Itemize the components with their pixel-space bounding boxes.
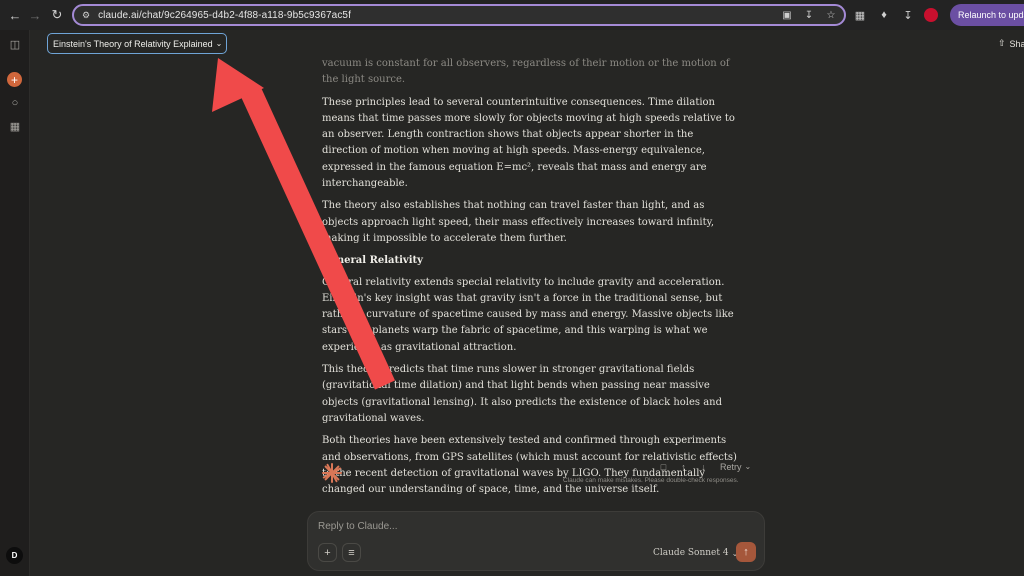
extension-icon[interactable]: ▦ — [852, 7, 868, 23]
send-button[interactable]: ↑ — [736, 542, 756, 562]
browser-toolbar: ← → ↻ ⚙ claude.ai/chat/9c264965-d4b2-4f8… — [0, 0, 1024, 30]
composer[interactable]: Reply to Claude... + ≡ Claude Sonnet 4 ⌄… — [307, 511, 765, 571]
share-button[interactable]: ⇧ Share — [998, 38, 1024, 49]
copy-icon[interactable]: □ — [658, 461, 669, 472]
url-text[interactable]: claude.ai/chat/9c264965-d4b2-4f88-a118-9… — [98, 10, 351, 21]
claude-logo-icon — [322, 463, 342, 483]
message-actions: □ ↑ ↓ Retry ⌄ — [658, 461, 751, 472]
retry-button[interactable]: Retry ⌄ — [720, 462, 751, 472]
message-paragraph: General relativity extends special relat… — [322, 276, 734, 353]
new-chat-button[interactable]: + — [7, 72, 22, 87]
profile-icon[interactable] — [924, 8, 938, 22]
thumbs-down-icon[interactable]: ↓ — [698, 461, 709, 472]
section-heading: General Relativity — [322, 255, 423, 267]
disclaimer-text: Claude can make mistakes. Please double-… — [563, 477, 739, 484]
cast-icon[interactable]: ▣ — [780, 8, 794, 22]
message-paragraph: The theory also establishes that nothing… — [322, 200, 715, 244]
assistant-message: vacuum is constant for all observers, re… — [322, 56, 742, 504]
model-selector[interactable]: Claude Sonnet 4 ⌄ — [653, 548, 738, 558]
reload-icon[interactable]: ↻ — [46, 4, 68, 26]
address-bar[interactable]: ⚙ claude.ai/chat/9c264965-d4b2-4f88-a118… — [72, 4, 846, 26]
thumbs-up-icon[interactable]: ↑ — [678, 461, 689, 472]
chat-title-button[interactable]: Einstein's Theory of Relativity Explaine… — [47, 33, 227, 54]
sidebar-toggle-icon[interactable]: ◫ — [8, 37, 22, 51]
download-icon[interactable]: ↧ — [900, 7, 916, 23]
avatar[interactable]: D — [6, 547, 23, 564]
chats-icon[interactable]: ○ — [8, 96, 22, 110]
puzzle-icon[interactable]: ♦ — [876, 7, 892, 23]
model-label: Claude Sonnet 4 — [653, 548, 729, 558]
site-settings-icon[interactable]: ⚙ — [82, 10, 90, 21]
chevron-down-icon: ⌄ — [744, 462, 752, 471]
retry-label: Retry — [720, 461, 742, 472]
tools-icon[interactable]: ≡ — [342, 543, 361, 562]
share-icon: ⇧ — [998, 38, 1006, 48]
chat-title: Einstein's Theory of Relativity Explaine… — [53, 38, 213, 49]
back-icon[interactable]: ← — [4, 4, 26, 26]
download-icon[interactable]: ↧ — [802, 8, 816, 22]
message-paragraph: These principles lead to several counter… — [322, 96, 735, 190]
message-paragraph: vacuum is constant for all observers, re… — [322, 58, 730, 86]
projects-icon[interactable]: ▦ — [8, 119, 22, 133]
reply-input[interactable]: Reply to Claude... — [318, 521, 398, 532]
relaunch-button[interactable]: Relaunch to update — [950, 4, 1024, 26]
message-paragraph: This theory predicts that time runs slow… — [322, 364, 723, 424]
bookmark-star-icon[interactable]: ☆ — [824, 8, 838, 22]
chevron-down-icon: ⌄ — [215, 39, 223, 48]
add-attachment-button[interactable]: + — [318, 543, 337, 562]
sidebar-rail: ◫ + ○ ▦ D — [0, 30, 30, 576]
share-label: Share — [1009, 38, 1024, 49]
forward-icon[interactable]: → — [24, 4, 46, 26]
